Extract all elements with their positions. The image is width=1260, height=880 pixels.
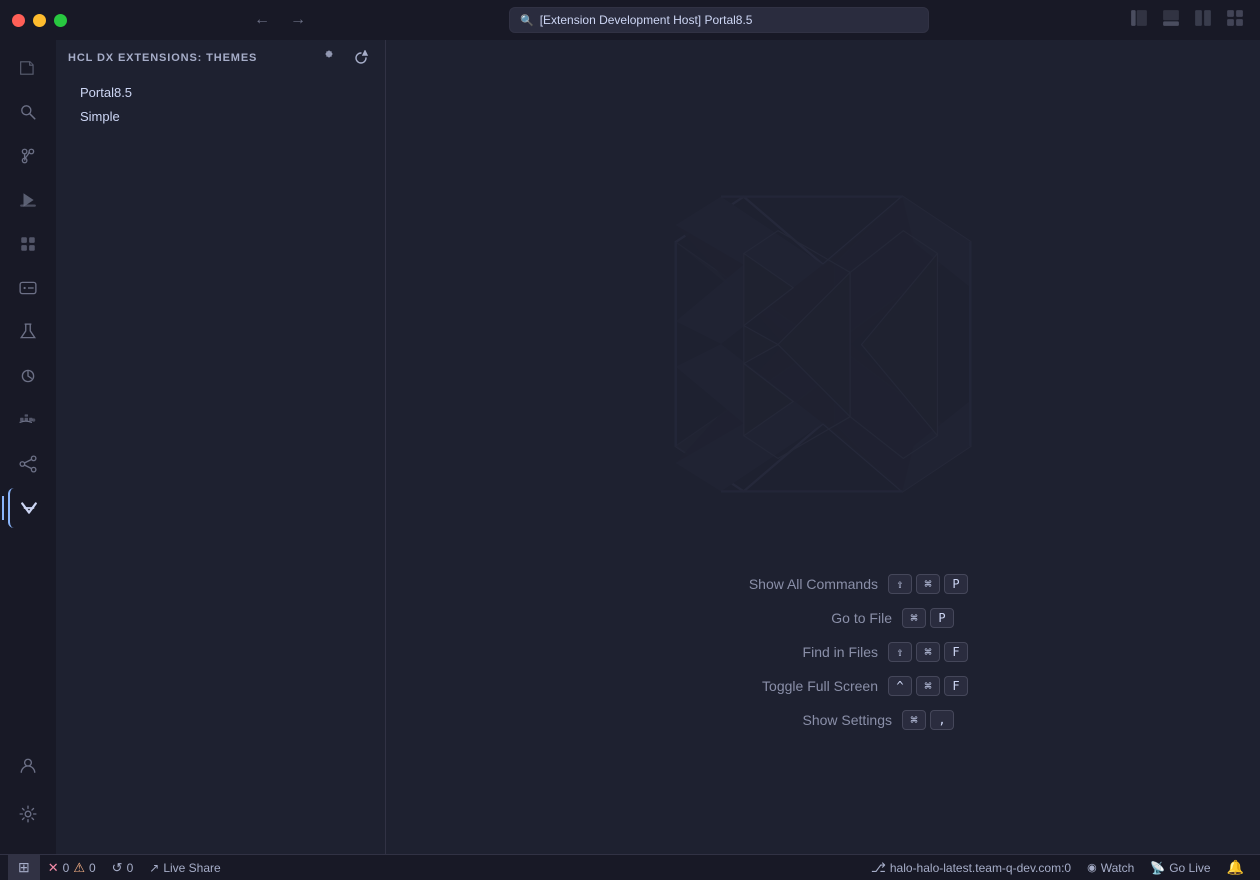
shortcuts-panel: Show All Commands ⇧ ⌘ P Go to File ⌘ P F… [678,574,968,730]
main-content: HCL DX EXTENSIONS: THEMES Portal8.5 Simp… [0,40,1260,854]
sidebar-header-actions [321,47,373,69]
sidebar-item-share[interactable] [8,444,48,484]
shortcut-label: Toggle Full Screen [678,678,878,694]
remote-icon: ⊞ [18,859,30,876]
sidebar-panel: HCL DX EXTENSIONS: THEMES Portal8.5 Simp… [56,40,386,854]
status-go-live[interactable]: 📡 Go Live [1142,855,1218,880]
go-live-icon: 📡 [1150,861,1165,875]
nav-controls: ← → [248,7,312,33]
shortcut-show-settings: Show Settings ⌘ , [678,710,968,730]
key-cmd: ⌘ [916,676,940,696]
shortcut-label: Show Settings [692,712,892,728]
shortcut-label: Find in Files [678,644,878,660]
error-icon: ✕ [48,860,59,876]
sidebar-item-portal85[interactable]: Portal8.5 [60,81,381,104]
shortcut-label: Go to File [692,610,892,626]
close-button[interactable] [12,14,25,27]
error-count: 0 [63,861,70,875]
sidebar-header: HCL DX EXTENSIONS: THEMES [56,40,385,76]
search-icon: 🔍 [520,14,534,27]
key-cmd: ⌘ [916,642,940,662]
key-cmd: ⌘ [902,608,926,628]
key-shift: ⇧ [888,574,912,594]
sidebar-layout-icon[interactable] [1126,5,1152,36]
key-cmd: ⌘ [916,574,940,594]
sidebar-item-hcl-dx[interactable] [8,488,48,528]
refresh-button[interactable] [349,47,373,69]
sidebar-item-source-control-alt[interactable] [8,356,48,396]
maximize-button[interactable] [54,14,67,27]
sidebar-item-explorer[interactable] [8,48,48,88]
warning-icon: ⚠ [73,860,85,876]
traffic-lights [12,14,67,27]
sidebar-item-run-debug[interactable] [8,180,48,220]
warning-count: 0 [89,861,96,875]
activity-bar [0,40,56,854]
key-p: P [930,608,954,628]
sync-icon: ↺ [112,860,123,876]
editor-area: Show All Commands ⇧ ⌘ P Go to File ⌘ P F… [386,40,1260,854]
sidebar-item-remote-explorer[interactable] [8,268,48,308]
shortcut-show-all-commands: Show All Commands ⇧ ⌘ P [678,574,968,594]
key-cmd: ⌘ [902,710,926,730]
status-notifications[interactable]: 🔔 [1219,855,1252,880]
sync-count: 0 [127,861,134,875]
watch-label: Watch [1101,861,1135,875]
sidebar-item-source-control[interactable] [8,136,48,176]
status-branch[interactable]: ⎇ halo-halo-latest.team-q-dev.com:0 [863,855,1079,880]
go-live-label: Go Live [1169,861,1210,875]
back-button[interactable]: ← [248,7,276,33]
sidebar-item-account[interactable] [8,746,48,786]
sidebar-item-simple[interactable]: Simple [60,105,381,128]
sidebar-item-settings[interactable] [8,794,48,834]
key-ctrl: ^ [888,676,912,696]
key-f: F [944,642,968,662]
titlebar: ← → 🔍 [Extension Development Host] Porta… [0,0,1260,40]
shortcut-label: Show All Commands [678,576,878,592]
status-watch[interactable]: ◉ Watch [1079,855,1142,880]
status-sync[interactable]: ↺ 0 [104,855,142,880]
forward-button[interactable]: → [284,7,312,33]
shortcut-keys: ⌘ , [902,710,954,730]
key-comma: , [930,710,954,730]
shortcut-toggle-fullscreen: Toggle Full Screen ^ ⌘ F [678,676,968,696]
key-shift: ⇧ [888,642,912,662]
sidebar-item-testing[interactable] [8,312,48,352]
titlebar-actions [1126,5,1248,36]
sidebar-item-extensions[interactable] [8,224,48,264]
sidebar-title: HCL DX EXTENSIONS: THEMES [68,52,257,64]
live-share-icon: ↗ [149,861,159,875]
customize-layout-icon[interactable] [1222,5,1248,36]
shortcut-keys: ⇧ ⌘ F [888,642,968,662]
minimize-button[interactable] [33,14,46,27]
command-palette-trigger[interactable]: 🔍 [Extension Development Host] Portal8.5 [509,7,929,33]
sidebar-item-docker[interactable] [8,400,48,440]
bell-icon: 🔔 [1227,859,1244,876]
activity-bar-bottom [8,746,48,846]
watch-icon: ◉ [1087,861,1097,874]
shortcut-go-to-file: Go to File ⌘ P [678,608,968,628]
vscode-logo [653,164,993,524]
shortcut-keys: ⌘ P [902,608,954,628]
branch-icon: ⎇ [871,860,886,876]
shortcut-keys: ^ ⌘ F [888,676,968,696]
panel-layout-icon[interactable] [1158,5,1184,36]
shortcut-find-in-files: Find in Files ⇧ ⌘ F [678,642,968,662]
sidebar-item-search[interactable] [8,92,48,132]
status-remote-indicator[interactable]: ⊞ [8,855,40,880]
key-f: F [944,676,968,696]
shortcut-keys: ⇧ ⌘ P [888,574,968,594]
sidebar-items-list: Portal8.5 Simple [56,76,385,133]
branch-label: halo-halo-latest.team-q-dev.com:0 [890,861,1071,875]
status-bar: ⊞ ✕ 0 ⚠ 0 ↺ 0 ↗ Live Share ⎇ halo-halo-l… [0,854,1260,880]
status-live-share[interactable]: ↗ Live Share [141,855,228,880]
status-errors[interactable]: ✕ 0 ⚠ 0 [40,855,104,880]
search-text: [Extension Development Host] Portal8.5 [540,13,753,27]
split-layout-icon[interactable] [1190,5,1216,36]
new-theme-button[interactable] [321,47,345,69]
key-p: P [944,574,968,594]
live-share-label: Live Share [163,861,220,875]
